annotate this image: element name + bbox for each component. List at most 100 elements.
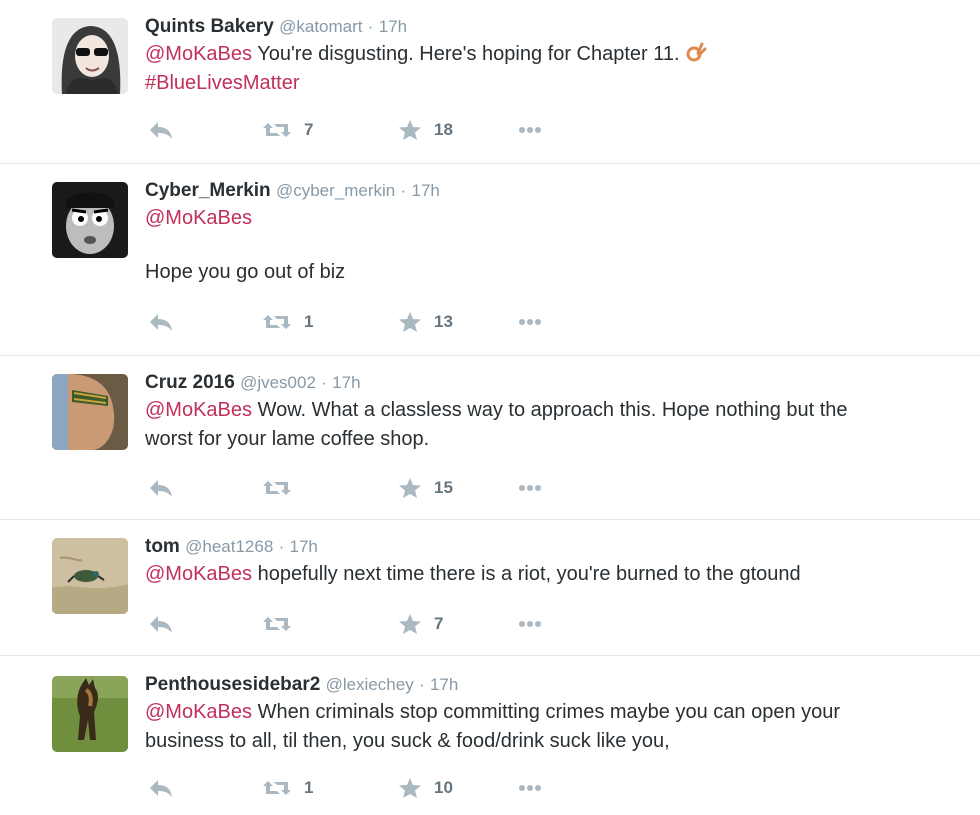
more-dots-icon	[519, 485, 541, 491]
tweet-body: When criminals stop committing crimes ma…	[257, 701, 841, 723]
reply-button[interactable]	[148, 612, 174, 636]
user-handle[interactable]: @jves002	[240, 373, 316, 392]
timestamp[interactable]: 17h	[332, 373, 360, 392]
avatar[interactable]	[52, 538, 128, 614]
star-icon	[399, 120, 421, 140]
avatar[interactable]	[52, 182, 128, 258]
retweet-icon	[263, 617, 291, 631]
retweet-button[interactable]	[262, 612, 304, 636]
user-name[interactable]: Quints Bakery	[145, 16, 274, 37]
retweet-count: 1	[304, 778, 314, 797]
tweet-header: Penthousesidebar2 @lexiechey · 17h	[145, 672, 940, 698]
user-handle[interactable]: @lexiechey	[326, 675, 414, 694]
favorite-count: 10	[434, 778, 453, 797]
ok-hand-emoji-icon	[686, 42, 707, 62]
tweet-body-continued: worst for your lame coffee shop.	[145, 428, 430, 450]
favorite-button[interactable]: 13	[398, 310, 453, 334]
user-name[interactable]: Cyber_Merkin	[145, 180, 271, 201]
reply-icon	[150, 480, 172, 497]
favorite-button[interactable]: 18	[398, 118, 453, 142]
timestamp[interactable]: 17h	[430, 675, 458, 694]
tweet-header: tom @heat1268 · 17h	[145, 534, 940, 560]
retweet-button[interactable]: 1	[262, 310, 313, 334]
retweet-count: 7	[304, 120, 314, 139]
reply-button[interactable]	[148, 476, 174, 500]
tweet-header: Cyber_Merkin @cyber_merkin · 17h	[145, 178, 940, 204]
avatar[interactable]	[52, 18, 128, 94]
separator: ·	[367, 17, 374, 36]
sand-bird-icon	[52, 538, 128, 614]
avatar[interactable]	[52, 374, 128, 450]
tweet: Cyber_Merkin @cyber_merkin · 17h @MoKaBe…	[0, 164, 980, 356]
tweet-body-continued: business to all, til then, you suck & fo…	[145, 730, 670, 752]
tweet-text: @MoKaBes Wow. What a classless way to ap…	[145, 396, 940, 454]
more-dots-icon	[519, 319, 541, 325]
retweet-button[interactable]: 7	[262, 118, 313, 142]
mention-link[interactable]: @MoKaBes	[145, 563, 252, 585]
woman-sunglasses-icon	[52, 18, 128, 94]
more-button[interactable]	[518, 476, 542, 500]
more-button[interactable]	[518, 612, 542, 636]
avatar[interactable]	[52, 676, 128, 752]
favorite-count: 18	[434, 120, 453, 139]
timestamp[interactable]: 17h	[379, 17, 407, 36]
timestamp[interactable]: 17h	[411, 181, 439, 200]
mention-link[interactable]: @MoKaBes	[145, 399, 252, 421]
tweet-header: Cruz 2016 @jves002 · 17h	[145, 370, 940, 396]
tweet-text: @MoKaBes Hope you go out of biz	[145, 204, 940, 287]
favorite-button[interactable]: 10	[398, 776, 453, 800]
favorite-button[interactable]: 15	[398, 476, 453, 500]
separator: ·	[400, 181, 407, 200]
mention-link[interactable]: @MoKaBes	[145, 207, 252, 229]
tweet: Cruz 2016 @jves002 · 17h @MoKaBes Wow. W…	[0, 356, 980, 520]
tweet-body: Hope you go out of biz	[145, 261, 346, 283]
star-icon	[399, 614, 421, 634]
retweet-icon	[263, 481, 291, 495]
reply-icon	[150, 616, 172, 633]
mention-link[interactable]: @MoKaBes	[145, 43, 252, 65]
separator: ·	[321, 373, 327, 392]
retweet-count: 1	[304, 312, 314, 331]
retweet-button[interactable]	[262, 476, 304, 500]
tweet-body: You're disgusting. Here's hoping for Cha…	[257, 43, 680, 65]
more-button[interactable]	[518, 776, 542, 800]
retweet-icon	[263, 315, 291, 329]
favorite-count: 13	[434, 312, 453, 331]
more-button[interactable]	[518, 118, 542, 142]
tweet: tom @heat1268 · 17h @MoKaBes hopefully n…	[0, 520, 980, 656]
favorite-count: 7	[434, 614, 444, 633]
reply-button[interactable]	[148, 776, 174, 800]
user-name[interactable]: Cruz 2016	[145, 372, 235, 393]
separator: ·	[418, 675, 425, 694]
user-name[interactable]: Penthousesidebar2	[145, 674, 320, 695]
star-icon	[399, 778, 421, 798]
tweet-text: @MoKaBes You're disgusting. Here's hopin…	[145, 40, 940, 98]
favorite-button[interactable]: 7	[398, 612, 443, 636]
more-dots-icon	[519, 127, 541, 133]
separator: ·	[278, 537, 285, 556]
user-handle[interactable]: @heat1268	[185, 537, 273, 556]
tweet-text: @MoKaBes When criminals stop committing …	[145, 698, 940, 756]
more-dots-icon	[519, 785, 541, 791]
reply-button[interactable]	[148, 118, 174, 142]
reply-icon	[150, 780, 172, 797]
tweet-feed: Quints Bakery @katomart · 17h @MoKaBes Y…	[0, 0, 980, 815]
reply-button[interactable]	[148, 310, 174, 334]
tweet: Penthousesidebar2 @lexiechey · 17h @MoKa…	[0, 656, 980, 815]
more-dots-icon	[519, 621, 541, 627]
hashtag-link[interactable]: #BlueLivesMatter	[145, 72, 300, 94]
reply-icon	[150, 314, 172, 331]
user-handle[interactable]: @cyber_merkin	[276, 181, 395, 200]
tweet-body: Wow. What a classless way to approach th…	[257, 399, 848, 421]
user-name[interactable]: tom	[145, 536, 180, 557]
german-shepherd-icon	[52, 676, 128, 752]
face-bw-icon	[52, 182, 128, 258]
more-button[interactable]	[518, 310, 542, 334]
tweet-body: hopefully next time there is a riot, you…	[257, 563, 801, 585]
retweet-button[interactable]: 1	[262, 776, 313, 800]
tweet-text: @MoKaBes hopefully next time there is a …	[145, 560, 940, 589]
timestamp[interactable]: 17h	[290, 537, 318, 556]
mention-link[interactable]: @MoKaBes	[145, 701, 252, 723]
retweet-icon	[263, 123, 291, 137]
user-handle[interactable]: @katomart	[279, 17, 362, 36]
